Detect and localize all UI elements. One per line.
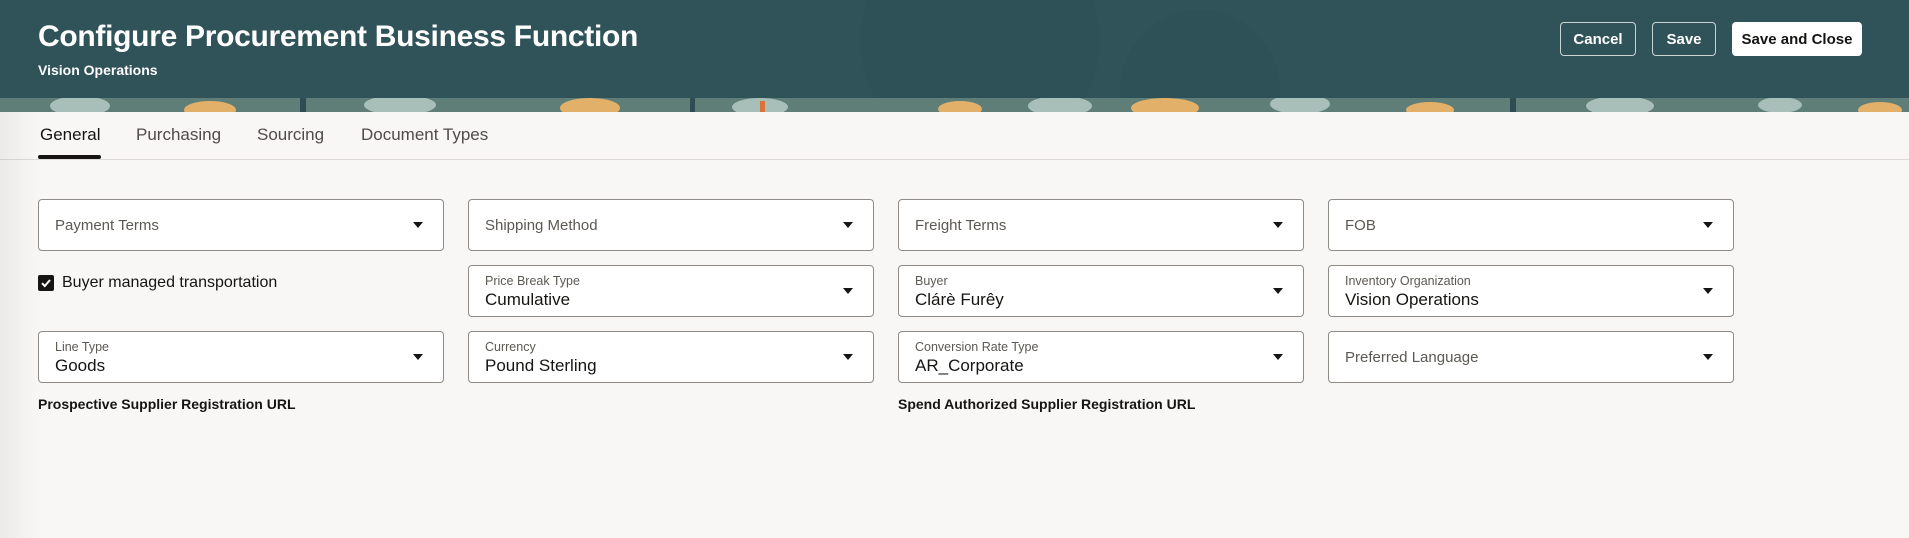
buyer-managed-transportation-label: Buyer managed transportation [62,274,278,291]
buyer-managed-transportation-checkbox[interactable]: Buyer managed transportation [38,272,277,294]
currency-select[interactable]: Currency Pound Sterling [468,331,874,383]
currency-label: Currency [485,340,536,354]
chevron-down-icon [1703,354,1713,360]
banner-pattern [0,98,1909,112]
chevron-down-icon [1273,354,1283,360]
chevron-down-icon [1703,288,1713,294]
payment-terms-select[interactable]: Payment Terms [38,199,444,251]
conversion-rate-type-select[interactable]: Conversion Rate Type AR_Corporate [898,331,1304,383]
chevron-down-icon [413,222,423,228]
left-edge-shadow [0,112,40,538]
buyer-select[interactable]: Buyer Clárè Furêy [898,265,1304,317]
line-type-label: Line Type [55,340,109,354]
price-break-type-select[interactable]: Price Break Type Cumulative [468,265,874,317]
price-break-type-value: Cumulative [485,290,571,309]
chevron-down-icon [843,354,853,360]
chevron-down-icon [1273,288,1283,294]
tab-bar: General Purchasing Sourcing Document Typ… [0,112,1909,160]
active-tab-indicator [38,155,101,159]
tab-document-types[interactable]: Document Types [361,125,488,145]
page-title: Configure Procurement Business Function [38,20,639,53]
freight-terms-select[interactable]: Freight Terms [898,199,1304,251]
page-header: Configure Procurement Business Function … [0,0,1909,98]
inventory-organization-value: Vision Operations [1345,290,1479,309]
banner-decoration [0,98,1909,112]
save-and-close-button[interactable]: Save and Close [1732,22,1862,56]
prospective-supplier-url-label: Prospective Supplier Registration URL [38,396,296,412]
currency-value: Pound Sterling [485,356,597,375]
shipping-method-placeholder: Shipping Method [485,217,598,234]
fob-placeholder: FOB [1345,217,1376,234]
freight-terms-placeholder: Freight Terms [915,217,1007,234]
save-button[interactable]: Save [1652,22,1716,56]
chevron-down-icon [413,354,423,360]
page-subtitle: Vision Operations [38,62,158,78]
tab-general[interactable]: General [40,125,100,145]
preferred-language-select[interactable]: Preferred Language [1328,331,1734,383]
buyer-value: Clárè Furêy [915,290,1004,309]
buyer-label: Buyer [915,274,948,288]
payment-terms-placeholder: Payment Terms [55,217,159,234]
preferred-language-placeholder: Preferred Language [1345,349,1479,366]
tab-sourcing[interactable]: Sourcing [257,125,324,145]
shipping-method-select[interactable]: Shipping Method [468,199,874,251]
cancel-button[interactable]: Cancel [1560,22,1636,56]
chevron-down-icon [843,222,853,228]
tab-purchasing[interactable]: Purchasing [136,125,221,145]
fob-select[interactable]: FOB [1328,199,1734,251]
conversion-rate-type-value: AR_Corporate [915,356,1024,375]
chevron-down-icon [843,288,853,294]
chevron-down-icon [1703,222,1713,228]
line-type-value: Goods [55,356,106,375]
chevron-down-icon [1273,222,1283,228]
spend-authorized-supplier-url-label: Spend Authorized Supplier Registration U… [898,396,1196,412]
checkbox-checked-icon[interactable] [38,275,54,291]
price-break-type-label: Price Break Type [485,274,580,288]
line-type-select[interactable]: Line Type Goods [38,331,444,383]
conversion-rate-type-label: Conversion Rate Type [915,340,1039,354]
inventory-organization-label: Inventory Organization [1345,274,1471,288]
inventory-organization-select[interactable]: Inventory Organization Vision Operations [1328,265,1734,317]
